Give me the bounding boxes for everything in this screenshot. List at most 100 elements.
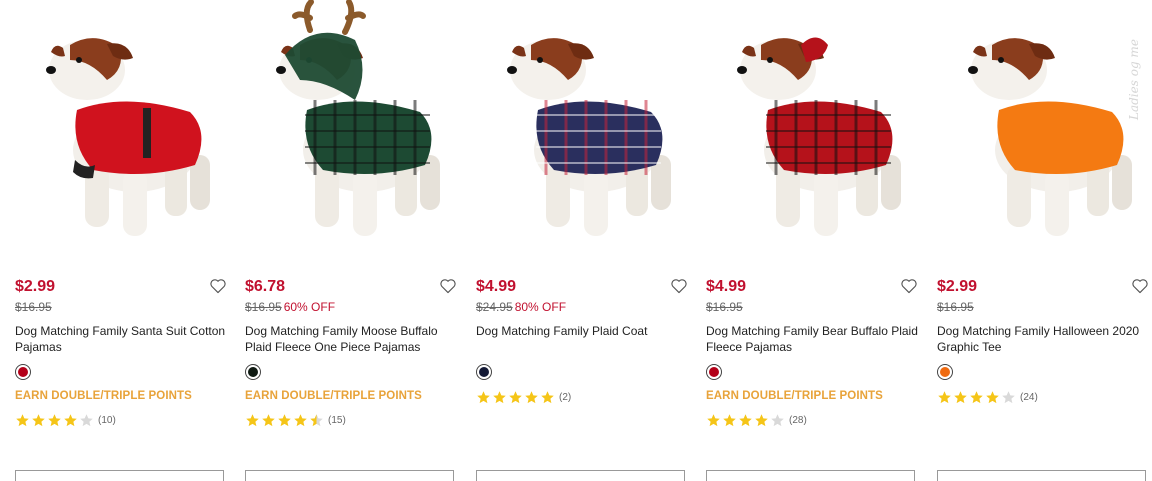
- star-icon: [262, 413, 275, 426]
- star-rating[interactable]: (2): [476, 389, 571, 405]
- stars: [706, 413, 786, 428]
- price-details: $16.95: [937, 300, 976, 314]
- star-icon: [64, 413, 77, 426]
- star-rating[interactable]: (15): [245, 412, 346, 428]
- dog-halloween-tee-image[interactable]: [937, 0, 1152, 258]
- promo-points-label: EARN DOUBLE/TRIPLE POINTS: [15, 390, 192, 402]
- product-card[interactable]: $6.78 $16.95 60% OFF Dog Matching Family Mo…: [245, 0, 460, 481]
- stars: [476, 390, 556, 405]
- price-details: $16.95: [15, 300, 54, 314]
- swatch-color: [18, 367, 28, 377]
- sale-price: $6.78: [245, 278, 286, 295]
- promo-points-label: EARN DOUBLE/TRIPLE POINTS: [245, 390, 422, 402]
- star-icon: [16, 413, 29, 426]
- star-icon: [493, 390, 506, 403]
- add-to-bag-button[interactable]: [937, 470, 1146, 481]
- dog-bear-plaid-image[interactable]: [706, 0, 921, 258]
- sale-price: $2.99: [15, 278, 56, 295]
- promo-points-label: EARN DOUBLE/TRIPLE POINTS: [706, 390, 883, 402]
- color-swatch[interactable]: [476, 364, 492, 380]
- swatch-color: [248, 367, 258, 377]
- star-icon: [739, 413, 752, 426]
- add-to-bag-button[interactable]: [476, 470, 685, 481]
- star-icon: [294, 413, 307, 426]
- discount-label: 60% OFF: [283, 300, 336, 314]
- star-icon: [48, 413, 61, 426]
- wishlist-heart-icon[interactable]: [439, 278, 457, 294]
- star-icon: [541, 390, 554, 403]
- review-count[interactable]: (10): [98, 415, 116, 426]
- color-swatch[interactable]: [15, 364, 31, 380]
- watermark: Ladies og me: [1127, 39, 1141, 120]
- dog-santa-pajamas-image[interactable]: [15, 0, 230, 258]
- product-image[interactable]: [706, 0, 921, 258]
- swatch-color: [709, 367, 719, 377]
- price-details: $16.95: [706, 300, 745, 314]
- price-details: $16.95 60% OFF: [245, 300, 335, 314]
- stars: [937, 390, 1017, 405]
- discount-label: 80% OFF: [514, 300, 567, 314]
- product-image[interactable]: [15, 0, 230, 258]
- star-icon: [723, 413, 736, 426]
- star-icon: [986, 390, 999, 403]
- star-icon: [755, 413, 768, 426]
- color-swatch[interactable]: [937, 364, 953, 380]
- star-icon: [1002, 390, 1015, 403]
- star-icon: [310, 413, 323, 426]
- review-count[interactable]: (24): [1020, 392, 1038, 403]
- color-swatch[interactable]: [245, 364, 261, 380]
- original-price: $16.95: [937, 300, 974, 314]
- product-grid: $2.99 $16.95 Dog Matching Family Santa Sui…: [0, 0, 1152, 481]
- star-rating[interactable]: (28): [706, 412, 807, 428]
- product-image[interactable]: [476, 0, 691, 258]
- original-price: $16.95: [15, 300, 52, 314]
- product-image[interactable]: [937, 0, 1152, 258]
- star-rating[interactable]: (24): [937, 389, 1038, 405]
- product-image[interactable]: [245, 0, 460, 258]
- star-icon: [32, 413, 45, 426]
- add-to-bag-button[interactable]: [15, 470, 224, 481]
- original-price: $16.95: [706, 300, 743, 314]
- add-to-bag-button[interactable]: [706, 470, 915, 481]
- star-icon: [525, 390, 538, 403]
- star-icon: [509, 390, 522, 403]
- star-icon: [707, 413, 720, 426]
- stars: [245, 413, 325, 428]
- dog-moose-fleece-image[interactable]: [245, 0, 460, 258]
- star-icon: [970, 390, 983, 403]
- product-card[interactable]: $4.99 $16.95 Dog Matching Family Bear Buff…: [706, 0, 921, 481]
- wishlist-heart-icon[interactable]: [900, 278, 918, 294]
- original-price: $24.95: [476, 300, 513, 314]
- star-icon: [246, 413, 259, 426]
- review-count[interactable]: (28): [789, 415, 807, 426]
- add-to-bag-button[interactable]: [245, 470, 454, 481]
- review-count[interactable]: (2): [559, 392, 571, 403]
- original-price: $16.95: [245, 300, 282, 314]
- product-card[interactable]: $2.99 $16.95 Dog Matching Family Santa Sui…: [15, 0, 230, 481]
- product-name-link[interactable]: Dog Matching Family Halloween 2020 Graph…: [937, 323, 1149, 355]
- product-name-link[interactable]: Dog Matching Family Santa Suit Cotton Pa…: [15, 323, 227, 355]
- product-card[interactable]: $2.99 $16.95 Dog Matching Family Halloween…: [937, 0, 1152, 481]
- product-card[interactable]: $4.99 $24.95 80% OFF Dog Matching Family Pl…: [476, 0, 691, 481]
- star-icon: [477, 390, 490, 403]
- wishlist-heart-icon[interactable]: [1131, 278, 1149, 294]
- review-count[interactable]: (15): [328, 415, 346, 426]
- product-name-link[interactable]: Dog Matching Family Moose Buffalo Plaid …: [245, 323, 457, 355]
- star-icon: [938, 390, 951, 403]
- product-name-link[interactable]: Dog Matching Family Plaid Coat: [476, 323, 688, 339]
- swatch-color: [940, 367, 950, 377]
- sale-price: $2.99: [937, 278, 978, 295]
- wishlist-heart-icon[interactable]: [209, 278, 227, 294]
- wishlist-heart-icon[interactable]: [670, 278, 688, 294]
- price-details: $24.95 80% OFF: [476, 300, 566, 314]
- dog-plaid-coat-image[interactable]: [476, 0, 691, 258]
- product-name-link[interactable]: Dog Matching Family Bear Buffalo Plaid F…: [706, 323, 918, 355]
- star-icon: [278, 413, 291, 426]
- star-icon: [954, 390, 967, 403]
- sale-price: $4.99: [476, 278, 517, 295]
- star-icon: [771, 413, 784, 426]
- stars: [15, 413, 95, 428]
- star-icon: [80, 413, 93, 426]
- color-swatch[interactable]: [706, 364, 722, 380]
- star-rating[interactable]: (10): [15, 412, 116, 428]
